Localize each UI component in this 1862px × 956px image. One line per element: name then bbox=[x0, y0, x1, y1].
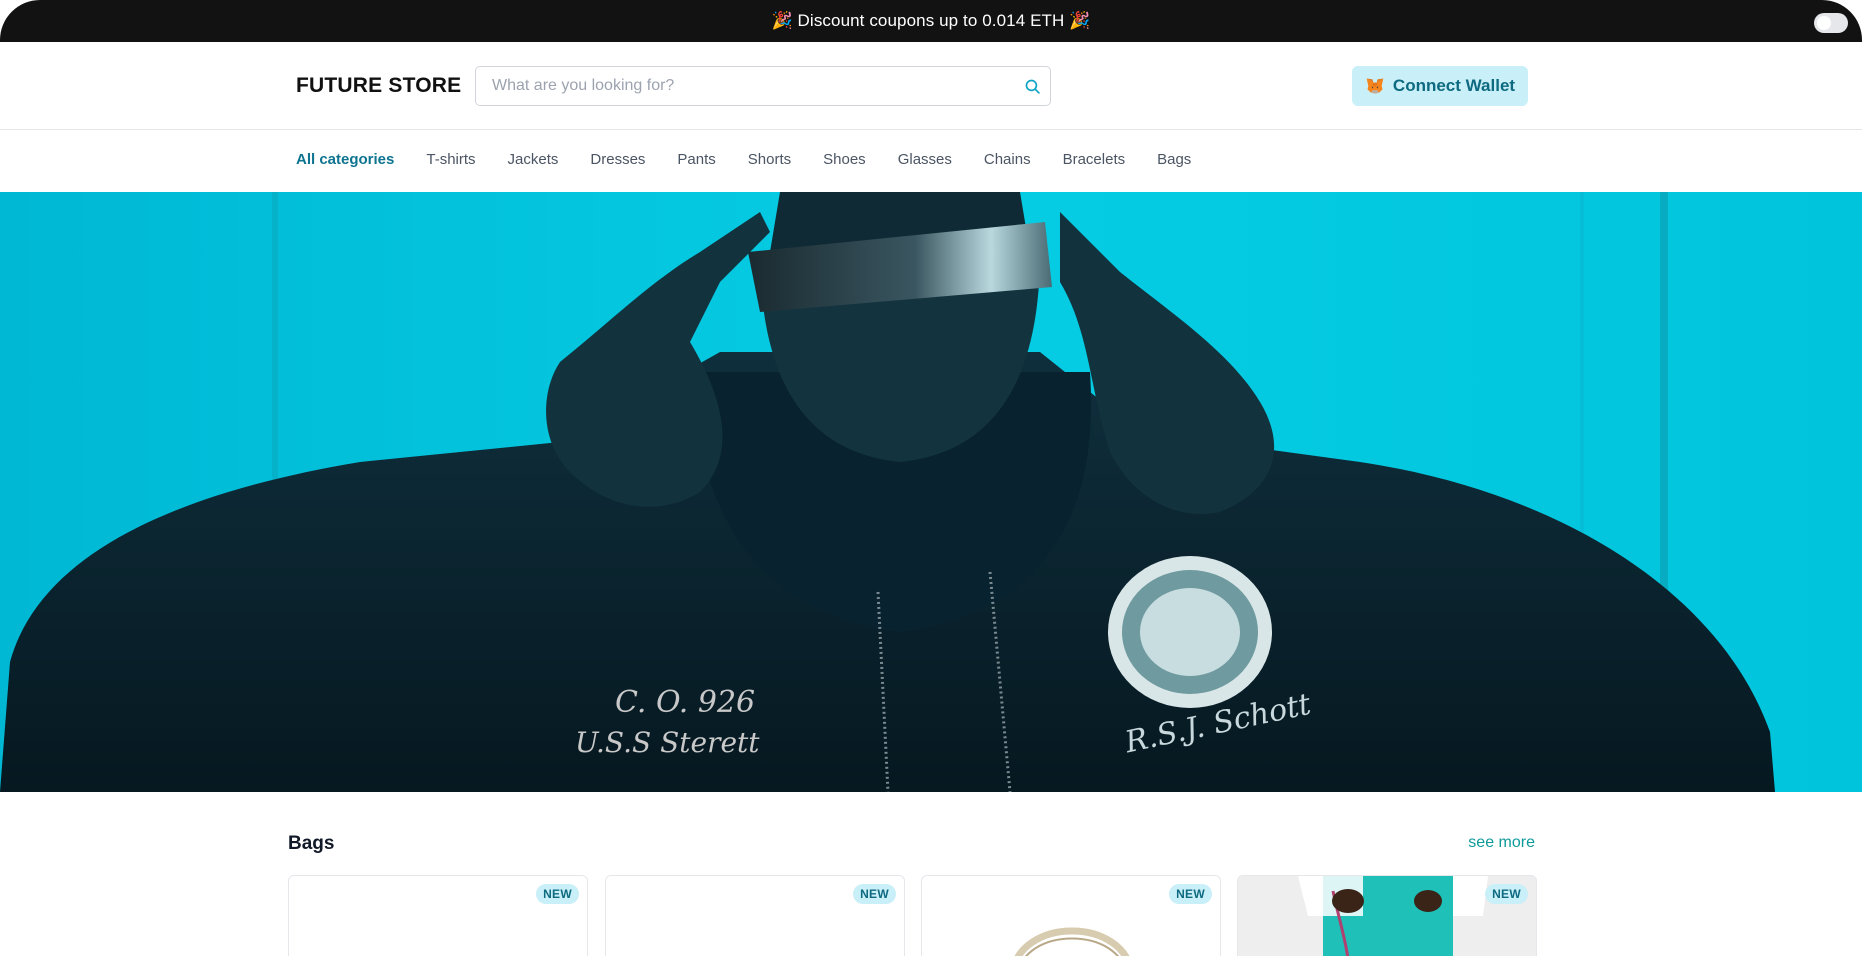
category-bracelets[interactable]: Bracelets bbox=[1063, 151, 1126, 168]
toggle-knob bbox=[1817, 16, 1831, 30]
category-chains[interactable]: Chains bbox=[984, 151, 1031, 168]
hero-banner: C. O. 926 U.S.S Sterett R.S.J. Schott bbox=[0, 192, 1862, 792]
connect-wallet-label: Connect Wallet bbox=[1392, 76, 1516, 95]
category-list: All categories T-shirts Jackets Dresses Pant… bbox=[296, 151, 1191, 168]
new-badge: NEW bbox=[1485, 884, 1528, 904]
category-t-shirts[interactable]: T-shirts bbox=[426, 151, 475, 168]
svg-text:C. O. 926: C. O. 926 bbox=[615, 685, 755, 720]
svg-text:U.S.S Sterett: U.S.S Sterett bbox=[575, 726, 760, 759]
category-glasses[interactable]: Glasses bbox=[898, 151, 952, 168]
see-more-link[interactable]: see more bbox=[1468, 834, 1535, 852]
category-shorts[interactable]: Shorts bbox=[748, 151, 791, 168]
search-button[interactable] bbox=[1022, 76, 1042, 96]
product-card[interactable]: NEW bbox=[921, 875, 1221, 956]
section-title: Bags bbox=[288, 833, 335, 854]
category-jackets[interactable]: Jackets bbox=[508, 151, 559, 168]
new-badge: NEW bbox=[1169, 884, 1212, 904]
product-card[interactable]: NEW bbox=[1237, 875, 1537, 956]
search-box bbox=[475, 66, 1051, 106]
search-icon bbox=[1025, 79, 1040, 94]
theme-toggle[interactable] bbox=[1814, 13, 1848, 33]
category-all-categories[interactable]: All categories bbox=[296, 151, 394, 168]
search-input[interactable] bbox=[477, 68, 997, 104]
store-logo[interactable]: FUTURE STORE bbox=[296, 74, 461, 98]
hero-image: C. O. 926 U.S.S Sterett R.S.J. Schott bbox=[0, 192, 1862, 792]
new-badge: NEW bbox=[853, 884, 896, 904]
header: FUTURE STORE Connect Wallet bbox=[0, 42, 1862, 130]
product-card[interactable]: NEW bbox=[288, 875, 588, 956]
category-shoes[interactable]: Shoes bbox=[823, 151, 866, 168]
category-pants[interactable]: Pants bbox=[677, 151, 715, 168]
category-nav: All categories T-shirts Jackets Dresses Pant… bbox=[0, 131, 1862, 191]
connect-wallet-button[interactable]: Connect Wallet bbox=[1352, 66, 1528, 106]
metamask-fox-icon bbox=[1365, 76, 1385, 96]
category-bags[interactable]: Bags bbox=[1157, 151, 1191, 168]
promo-text: 🎉 Discount coupons up to 0.014 ETH 🎉 bbox=[771, 11, 1091, 30]
product-card[interactable]: NEW bbox=[605, 875, 905, 956]
promo-bar: 🎉 Discount coupons up to 0.014 ETH 🎉 bbox=[0, 0, 1862, 42]
new-badge: NEW bbox=[536, 884, 579, 904]
category-dresses[interactable]: Dresses bbox=[590, 151, 645, 168]
